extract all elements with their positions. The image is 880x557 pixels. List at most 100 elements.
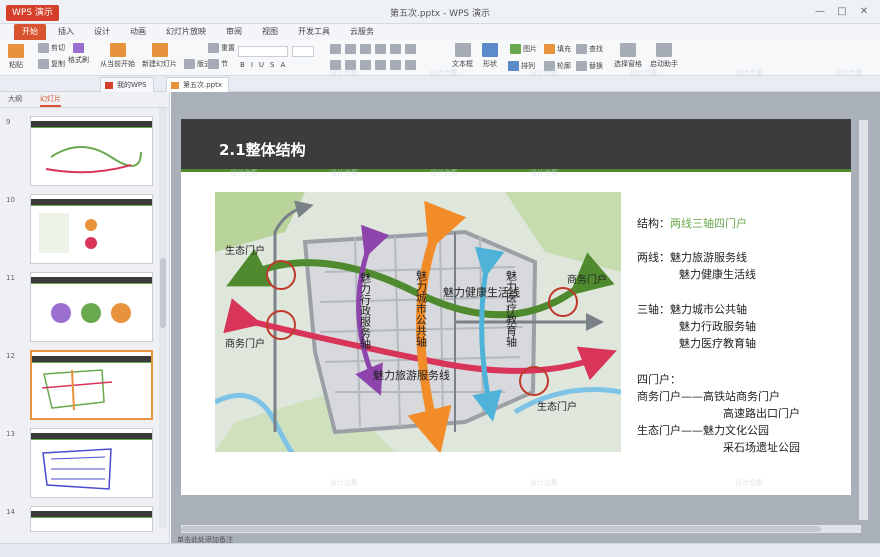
cut-button[interactable]: 剪切 (38, 43, 65, 53)
select-pane-button[interactable]: 选择窗格 (614, 43, 642, 69)
watermark: 设计合集 (630, 69, 658, 77)
slide-title[interactable]: 2.1整体结构 (219, 139, 306, 160)
align-right-icon[interactable] (360, 60, 371, 70)
doc-tab-mywps[interactable]: 我的WPS (100, 77, 154, 92)
play-icon (109, 43, 126, 57)
watermark: 设计合集 (530, 169, 558, 177)
arrange-icon (508, 61, 519, 71)
text-direction-icon[interactable] (405, 44, 416, 54)
section-icon (208, 59, 219, 69)
bullets-icon[interactable] (330, 44, 341, 54)
picture-button[interactable]: 图片 (510, 44, 537, 54)
slide-number: 14 (6, 508, 15, 516)
tab-view[interactable]: 视图 (254, 24, 286, 40)
tab-cloud[interactable]: 云服务 (342, 24, 382, 40)
legend-two-lines: 两线：魅力旅游服务线 (637, 251, 747, 264)
pane-tabs: 大纲 幻灯片 (0, 92, 170, 108)
canvas-vertical-scrollbar[interactable] (859, 120, 868, 520)
bold-icon[interactable]: B (240, 61, 245, 69)
slide-thumbnail-12-selected[interactable] (30, 350, 153, 420)
tab-home[interactable]: 开始 (14, 24, 46, 40)
picture-icon (510, 44, 521, 54)
tab-review[interactable]: 审阅 (218, 24, 250, 40)
structure-map[interactable]: 生态门户 商务门户 商务门户 生态门户 魅力健康生活线 魅力旅游服务线 魅力行政… (215, 192, 621, 452)
close-icon[interactable]: ✕ (854, 4, 874, 20)
textbox-button[interactable]: 文本框 (452, 43, 473, 69)
new-slide-button[interactable]: 新建幻灯片 (142, 43, 177, 69)
tab-slideshow[interactable]: 幻灯片放映 (158, 24, 214, 40)
justify-icon[interactable] (375, 60, 386, 70)
legend-structure: 结构：两线三轴四门户 (637, 217, 747, 230)
paste-button[interactable]: 粘贴 (8, 44, 24, 70)
legend-three-axes-2: 魅力行政服务轴 (679, 320, 756, 333)
select-pane-icon (620, 43, 636, 57)
numbering-icon[interactable] (345, 44, 356, 54)
play-from-current-button[interactable]: 从当前开始 (100, 43, 135, 69)
watermark: 设计合集 (430, 169, 458, 177)
window-title: 第五次.pptx - WPS 演示 (389, 9, 490, 19)
notes-placeholder[interactable]: 单击此处添加备注 (171, 535, 880, 544)
layout-icon (184, 59, 195, 69)
tab-developer[interactable]: 开发工具 (290, 24, 338, 40)
minimize-icon[interactable]: — (810, 4, 830, 20)
map-label-business-gate-left: 商务门户 (225, 337, 265, 350)
slide-thumbnail-13[interactable] (30, 428, 153, 498)
slide-thumbnail-10[interactable] (30, 194, 153, 264)
replace-button[interactable]: 替换 (576, 61, 603, 71)
map-label-admin-axis: 魅力行政服务轴 (359, 271, 372, 349)
find-button[interactable]: 查找 (576, 44, 603, 54)
format-painter-button[interactable]: 格式刷 (68, 43, 89, 65)
tab-outline[interactable]: 大纲 (8, 94, 22, 104)
map-label-public-axis: 魅力城市公共轴 (415, 269, 428, 347)
canvas-horizontal-scrollbar[interactable] (181, 525, 861, 533)
new-slide-icon (151, 43, 168, 57)
underline-icon[interactable]: U (259, 61, 264, 69)
tab-insert[interactable]: 插入 (50, 24, 82, 40)
shape-button[interactable]: 形状 (482, 43, 498, 69)
legend-three-axes: 三轴：魅力城市公共轴 (637, 303, 747, 316)
distribute-icon[interactable] (390, 60, 401, 70)
line-spacing-icon[interactable] (390, 44, 401, 54)
legend-two-lines-2: 魅力健康生活线 (679, 268, 756, 281)
watermark: 设计合集 (430, 69, 458, 77)
tab-animation[interactable]: 动画 (122, 24, 154, 40)
italic-icon[interactable]: I (251, 61, 253, 69)
slide-number: 9 (6, 118, 11, 126)
assistant-button[interactable]: 启动助手 (650, 43, 678, 69)
indent-icon[interactable] (360, 44, 371, 54)
maximize-icon[interactable]: □ (832, 4, 852, 20)
map-label-eco-gate-left: 生态门户 (225, 244, 265, 257)
slides-pane-scrollbar[interactable] (159, 108, 167, 528)
tab-design[interactable]: 设计 (86, 24, 118, 40)
textbox-icon (454, 43, 471, 57)
watermark: 设计合集 (230, 169, 258, 177)
legend-four-gates: 四门户： (637, 373, 681, 386)
section-button[interactable]: 节 (208, 59, 228, 69)
current-slide[interactable]: 2.1整体结构 生态门户 商务门户 商务门户 生态门户 魅力健康生活线 魅力旅游… (181, 119, 851, 495)
layout-button[interactable]: 版式 (184, 59, 211, 69)
ribbon-tabs: 开始 插入 设计 动画 幻灯片放映 审阅 视图 开发工具 云服务 (0, 24, 880, 40)
reset-button[interactable]: 重置 (208, 43, 235, 53)
pptx-icon (171, 82, 179, 89)
font-color-icon[interactable]: A (280, 61, 285, 69)
legend-gates-line2: 高速路出口门户 (723, 407, 800, 420)
copy-button[interactable]: 复制 (38, 59, 65, 69)
fill-icon (544, 44, 555, 54)
font-name-select[interactable] (238, 46, 288, 57)
font-size-select[interactable] (292, 46, 314, 57)
map-label-eco-gate-bottom: 生态门户 (537, 400, 577, 413)
outdent-icon[interactable] (375, 44, 386, 54)
slide-thumbnail-11[interactable] (30, 272, 153, 342)
window-controls: — □ ✕ (810, 4, 874, 20)
strike-icon[interactable]: S (270, 61, 274, 69)
slide-thumbnail-14[interactable] (30, 506, 153, 532)
slide-thumbnail-9[interactable] (30, 116, 153, 186)
columns-icon[interactable] (405, 60, 416, 70)
copy-icon (38, 59, 49, 69)
doc-tab-current[interactable]: 第五次.pptx (166, 77, 229, 92)
watermark: 设计合集 (330, 69, 358, 77)
scissors-icon (38, 43, 49, 53)
tab-slides[interactable]: 幻灯片 (40, 94, 61, 107)
fill-button[interactable]: 填充 (544, 44, 571, 54)
slide-number: 13 (6, 430, 15, 438)
